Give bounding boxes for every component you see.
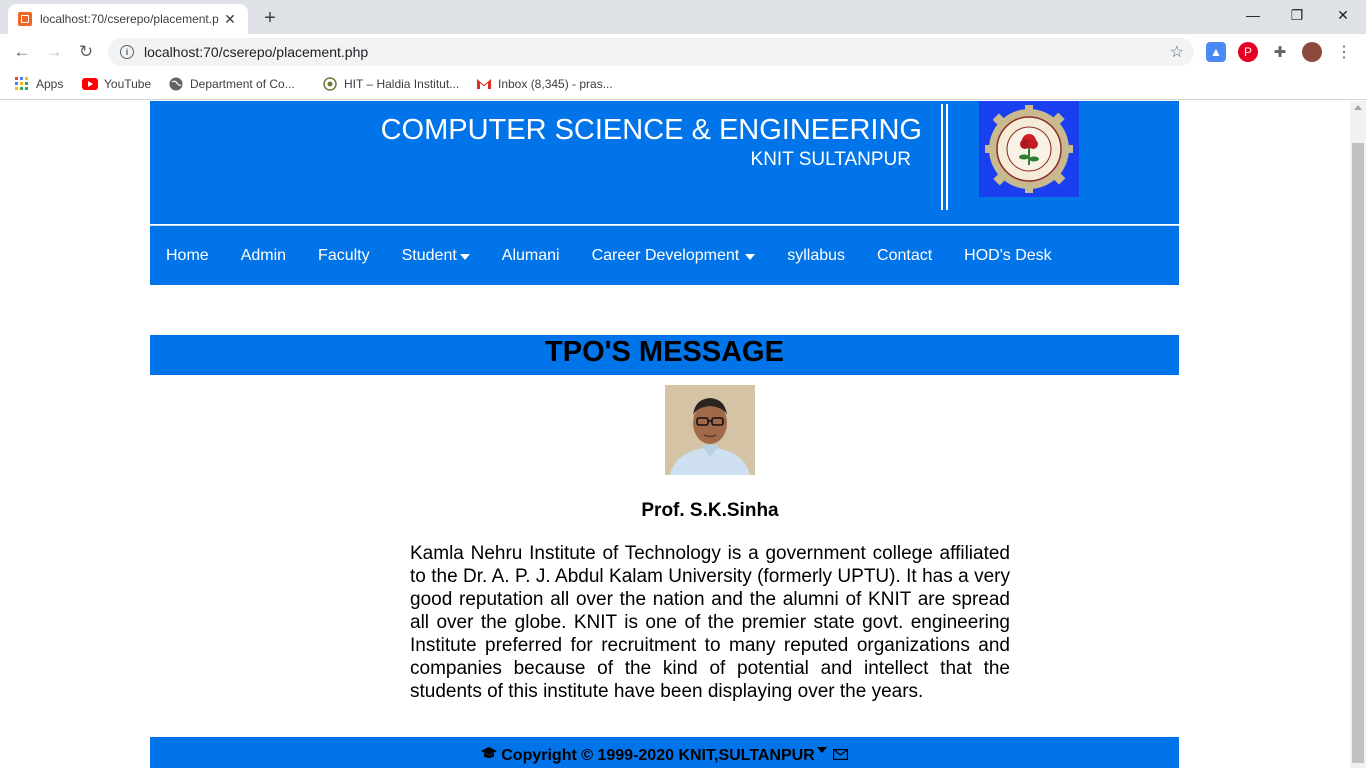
caret-down-icon	[745, 253, 756, 260]
nav-home[interactable]: Home	[166, 247, 209, 265]
nav-admin[interactable]: Admin	[241, 247, 286, 265]
browser-tab[interactable]: localhost:70/cserepo/placement.p ✕	[8, 4, 248, 34]
graduation-cap-icon	[481, 747, 498, 765]
bookmark-inbox[interactable]: Inbox (8,345) - pras...	[476, 76, 613, 92]
address-url: localhost:70/cserepo/placement.php	[144, 44, 369, 60]
tab-title: localhost:70/cserepo/placement.p	[40, 12, 219, 26]
nav-label: HOD's Desk	[964, 246, 1052, 264]
nav-label: Student	[401, 246, 457, 264]
tpo-message-text: Kamla Nehru Institute of Technology is a…	[410, 543, 1010, 702]
bookmark-label: Inbox (8,345) - pras...	[498, 77, 613, 91]
apps-grid-icon	[14, 76, 30, 92]
nav-label: Contact	[877, 246, 933, 264]
nav-label: syllabus	[787, 246, 846, 264]
tab-close-icon[interactable]: ✕	[222, 11, 238, 28]
pinterest-icon[interactable]: P	[1238, 42, 1258, 62]
site-header: COMPUTER SCIENCE & ENGINEERING KNIT SULT…	[150, 101, 1179, 224]
page-viewport: COMPUTER SCIENCE & ENGINEERING KNIT SULT…	[0, 101, 1350, 768]
bookmark-label: Apps	[36, 77, 64, 91]
bookmark-star-icon[interactable]: ☆	[1170, 42, 1184, 62]
page-title: TPO'S MESSAGE	[545, 336, 784, 368]
site-info-icon[interactable]: i	[120, 45, 134, 59]
bookmark-label: HIT – Haldia Institut...	[344, 77, 460, 91]
site-title: COMPUTER SCIENCE & ENGINEERING	[380, 114, 922, 146]
nav-syllabus[interactable]: syllabus	[787, 247, 845, 265]
caret-down-icon	[459, 253, 470, 260]
browser-tab-strip: localhost:70/cserepo/placement.p ✕ + — ❐…	[0, 0, 1366, 34]
site-subtitle: KNIT SULTANPUR	[750, 149, 911, 170]
tpo-photo	[665, 385, 755, 475]
nav-career-development[interactable]: Career Development	[592, 247, 756, 265]
extension-drive-icon[interactable]: ▲	[1206, 42, 1226, 62]
close-window-icon[interactable]: ✕	[1320, 0, 1366, 30]
knit-emblem-icon	[985, 105, 1073, 193]
browser-toolbar: ← → ↻ i localhost:70/cserepo/placement.p…	[0, 34, 1366, 70]
xampp-favicon-icon	[18, 12, 32, 26]
new-tab-button[interactable]: +	[258, 6, 282, 30]
gmail-icon	[476, 76, 492, 92]
forward-icon[interactable]: →	[42, 40, 66, 64]
bookmarks-bar: Apps YouTube Department of Co... HIT – H…	[0, 70, 1366, 100]
minimize-icon[interactable]: —	[1230, 0, 1276, 30]
tpo-name: Prof. S.K.Sinha	[641, 500, 779, 521]
nav-alumani[interactable]: Alumani	[502, 247, 560, 265]
extensions-puzzle-icon[interactable]: ✚	[1270, 42, 1290, 62]
address-bar[interactable]: i localhost:70/cserepo/placement.php ☆	[108, 38, 1194, 66]
vertical-scrollbar[interactable]	[1350, 101, 1366, 768]
browser-menu-icon[interactable]: ⋮	[1334, 42, 1354, 62]
header-divider	[941, 104, 948, 210]
copyright-text: Copyright © 1999-2020 KNIT,SULTANPUR	[501, 747, 815, 764]
nav-contact[interactable]: Contact	[877, 247, 932, 265]
nav-hods-desk[interactable]: HOD's Desk	[964, 247, 1052, 265]
main-navigation: Home Admin Faculty Student Alumani Caree…	[150, 225, 1179, 285]
site-footer: Copyright © 1999-2020 KNIT,SULTANPUR	[150, 737, 1179, 768]
profile-avatar[interactable]	[1302, 42, 1322, 62]
scroll-up-icon[interactable]	[1354, 105, 1362, 110]
caret-down-icon[interactable]	[816, 747, 827, 753]
globe-icon	[168, 76, 184, 92]
bookmark-apps[interactable]: Apps	[14, 76, 63, 92]
envelope-icon[interactable]	[832, 747, 848, 765]
bookmark-label: Department of Co...	[190, 77, 295, 91]
scrollbar-thumb[interactable]	[1352, 143, 1364, 763]
nav-label: Career Development	[591, 246, 740, 264]
hit-logo-icon	[322, 76, 338, 92]
knit-logo	[979, 101, 1079, 197]
nav-label: Faculty	[318, 246, 370, 264]
nav-label: Admin	[240, 246, 287, 264]
bookmark-youtube[interactable]: YouTube	[82, 76, 151, 92]
bookmark-department[interactable]: Department of Co...	[168, 76, 295, 92]
reload-icon[interactable]: ↻	[74, 40, 98, 64]
back-icon[interactable]: ←	[10, 40, 34, 64]
restore-icon[interactable]: ❐	[1274, 0, 1320, 30]
nav-label: Home	[166, 246, 209, 264]
section-heading-bar: TPO'S MESSAGE	[150, 335, 1179, 375]
nav-student[interactable]: Student	[402, 247, 470, 265]
bookmark-label: YouTube	[104, 77, 152, 91]
nav-faculty[interactable]: Faculty	[318, 247, 370, 265]
nav-label: Alumani	[501, 246, 560, 264]
youtube-icon	[82, 76, 98, 92]
portrait-image-icon	[665, 385, 755, 475]
bookmark-hit[interactable]: HIT – Haldia Institut...	[322, 76, 459, 92]
